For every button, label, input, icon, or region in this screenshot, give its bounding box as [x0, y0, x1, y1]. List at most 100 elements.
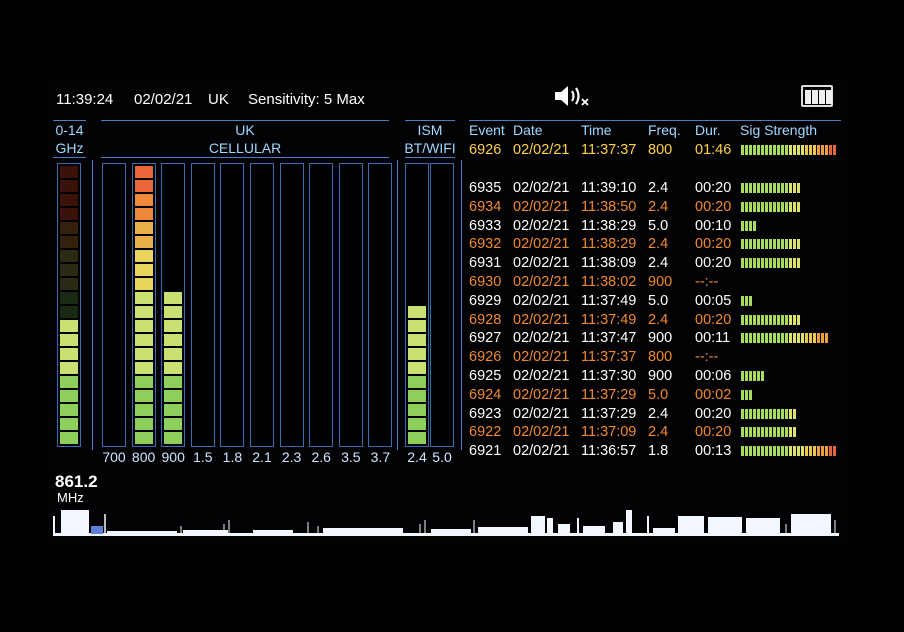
- signal-strength-bar: [741, 408, 796, 419]
- cell-freq: 2.4: [648, 311, 669, 328]
- cell-dur: 00:20: [695, 311, 732, 328]
- cell-time: 11:37:47: [581, 330, 637, 347]
- cellular-meter: [220, 163, 245, 447]
- cell-date: 02/02/21: [513, 330, 570, 347]
- event-row[interactable]: 6928 02/02/21 11:37:49 2.4 00:20: [469, 311, 841, 329]
- event-row[interactable]: 6926 02/02/21 11:37:37 800 --:--: [469, 348, 841, 366]
- region: UK: [208, 91, 229, 108]
- cell-date: 02/02/21: [513, 443, 570, 460]
- cell-freq: 2.4: [648, 236, 669, 253]
- cell-date: 02/02/21: [513, 198, 570, 215]
- clock: 11:39:24: [56, 91, 114, 108]
- wideband-range: 0-14: [55, 122, 84, 138]
- cell-date: 02/02/21: [513, 349, 570, 366]
- signal-strength-bar: [741, 145, 836, 155]
- event-row[interactable]: 6935 02/02/21 11:39:10 2.4 00:20: [469, 179, 841, 197]
- cellular-title: UK: [235, 122, 255, 138]
- cell-freq: 2.4: [648, 255, 669, 272]
- event-row[interactable]: 6922 02/02/21 11:37:09 2.4 00:20: [469, 423, 841, 441]
- event-row[interactable]: 6931 02/02/21 11:38:09 2.4 00:20: [469, 254, 841, 272]
- cell-time: 11:38:02: [581, 274, 637, 290]
- cell-time: 11:39:10: [581, 180, 637, 196]
- cellular-meter: [338, 163, 363, 447]
- cell-date: 02/02/21: [513, 386, 570, 403]
- event-row[interactable]: 6932 02/02/21 11:38:29 2.4 00:20: [469, 235, 841, 253]
- cell-event: 6927: [469, 330, 502, 347]
- cell-dur: 00:20: [695, 424, 732, 441]
- cell-event: 6923: [469, 405, 502, 422]
- event-row[interactable]: 6933 02/02/21 11:38:29 5.0 00:10: [469, 217, 841, 235]
- cell-freq: 2.4: [648, 424, 669, 441]
- cellular-meter: [161, 163, 186, 447]
- col-date: Date: [513, 122, 543, 138]
- cell-freq: 2.4: [648, 198, 669, 215]
- col-dur: Dur.: [695, 122, 721, 138]
- cell-time: 11:37:49: [581, 292, 637, 309]
- cell-dur: 00:20: [695, 405, 732, 422]
- cell-date: 02/02/21: [513, 236, 570, 253]
- pinned-event-row[interactable]: 6926 02/02/21 11:37:37 800 01:46: [469, 141, 841, 159]
- cell-event: 6935: [469, 180, 502, 196]
- ism-meter: [430, 163, 454, 447]
- signal-strength-bar: [741, 220, 756, 231]
- cell-dur: 00:13: [695, 443, 732, 460]
- cell-time: 11:37:29: [581, 405, 637, 422]
- cell-event: 6924: [469, 386, 502, 403]
- spectrum-frequency: 861.2: [55, 472, 98, 491]
- cell-dur: 00:20: [695, 180, 732, 196]
- cell-event: 6930: [469, 274, 502, 290]
- ism-title: ISM: [417, 122, 443, 138]
- cell-dur: 00:05: [695, 292, 732, 309]
- signal-strength-bar: [741, 239, 800, 250]
- band-label: 1.8: [222, 449, 243, 465]
- event-row[interactable]: 6929 02/02/21 11:37:49 5.0 00:05: [469, 292, 841, 310]
- spectrum-graph[interactable]: [53, 506, 839, 536]
- detector-screen: 11:39:24 02/02/21 UK Sensitivity: 5 Max …: [47, 74, 847, 544]
- cell-freq: 2.4: [648, 180, 669, 196]
- cell-freq: 800: [648, 142, 673, 158]
- cell-event: 6933: [469, 217, 502, 234]
- cell-freq: 2.4: [648, 405, 669, 422]
- cell-time: 11:38:29: [581, 217, 637, 234]
- cell-date: 02/02/21: [513, 274, 570, 290]
- battery-icon: [801, 85, 833, 107]
- signal-strength-bar: [741, 333, 828, 344]
- cell-event: 6928: [469, 311, 502, 328]
- cell-freq: 1.8: [648, 443, 669, 460]
- cell-event: 6929: [469, 292, 502, 309]
- cell-freq: 5.0: [648, 292, 669, 309]
- ism-meter: [405, 163, 429, 447]
- band-label: 800: [131, 449, 156, 465]
- signal-strength-bar: [741, 371, 764, 381]
- cell-freq: 5.0: [648, 386, 669, 403]
- cell-dur: 00:10: [695, 217, 732, 234]
- cell-time: 11:37:37: [581, 349, 637, 366]
- event-row[interactable]: 6927 02/02/21 11:37:47 900 00:11: [469, 329, 841, 347]
- cell-date: 02/02/21: [513, 217, 570, 234]
- speaker-muted-icon[interactable]: [553, 84, 593, 108]
- wideband-meter: [57, 163, 81, 447]
- event-row[interactable]: 6923 02/02/21 11:37:29 2.4 00:20: [469, 405, 841, 423]
- col-sig: Sig Strength: [740, 122, 818, 138]
- cell-time: 11:37:09: [581, 424, 637, 441]
- col-time: Time: [581, 122, 612, 138]
- cell-time: 11:37:29: [581, 386, 637, 403]
- signal-strength-bar: [741, 183, 800, 193]
- cell-event: 6926: [469, 142, 502, 158]
- event-row[interactable]: 6934 02/02/21 11:38:50 2.4 00:20: [469, 198, 841, 216]
- cell-time: 11:36:57: [581, 443, 637, 460]
- event-row[interactable]: 6925 02/02/21 11:37:30 900 00:06: [469, 367, 841, 385]
- ism-subtitle: BT/WIFI: [404, 140, 456, 156]
- event-row[interactable]: 6921 02/02/21 11:36:57 1.8 00:13: [469, 442, 841, 460]
- sensitivity[interactable]: Sensitivity: 5 Max: [248, 91, 365, 109]
- cell-dur: 00:02: [695, 386, 732, 403]
- signal-strength-bar: [741, 258, 800, 269]
- cell-date: 02/02/21: [513, 424, 570, 441]
- event-row[interactable]: 6924 02/02/21 11:37:29 5.0 00:02: [469, 386, 841, 404]
- cell-date: 02/02/21: [513, 368, 570, 384]
- cellular-meter: [279, 163, 304, 447]
- event-row[interactable]: 6930 02/02/21 11:38:02 900 --:--: [469, 273, 841, 291]
- cell-freq: 900: [648, 368, 673, 384]
- cell-freq: 900: [648, 274, 673, 290]
- cell-event: 6922: [469, 424, 502, 441]
